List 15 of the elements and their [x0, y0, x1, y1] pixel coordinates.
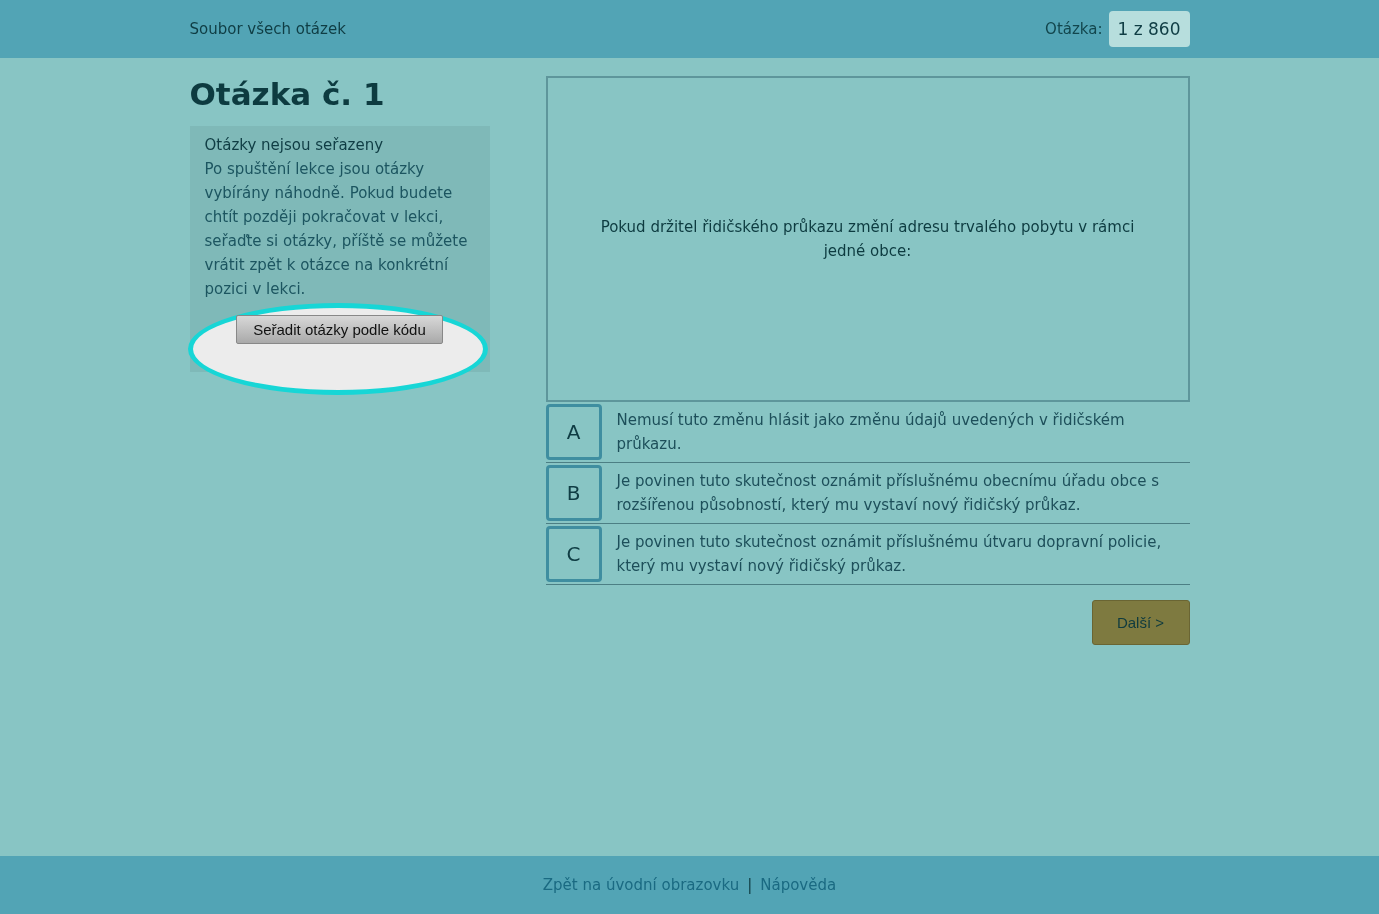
info-title: Otázky nejsou seřazeny: [204, 135, 385, 156]
counter-label: Otázka:: [1045, 20, 1103, 38]
question-heading: Otázka č. 1: [189, 76, 386, 112]
info-text: Po spuštění lekce jsou otázky vybírány náhodně. Pokud budete chtít později pokračovat v lekci, seřaďte si otázky, příště se můžete vrátit zpět k otázce na konkrétní pozici v lekci.: [204, 159, 469, 300]
answer-text: Nemusí tuto změnu hlásit jako změnu údajů uvedených v řidičském průkazu.: [616, 410, 1126, 455]
answer-text: Je povinen tuto skutečnost oznámit příslušnému obecnímu úřadu obce s rozšířenou působností, který mu vystaví nový řidičský průkaz.: [616, 471, 1161, 516]
sort-button[interactable]: Seřadit otázky podle kódu: [236, 314, 443, 344]
answer-option-button[interactable]: B: [545, 465, 602, 521]
answer-option-button[interactable]: C: [545, 526, 602, 582]
question-counter: 1 z 860: [1108, 11, 1190, 47]
app-title: Soubor všech otázek: [189, 20, 346, 38]
link-separator: |: [747, 876, 753, 894]
answer-text: Je povinen tuto skutečnost oznámit příslušnému útvaru dopravní policie, který mu vystaví nový řidičský průkaz.: [616, 532, 1163, 577]
answer-option-button[interactable]: A: [545, 404, 602, 460]
question-text: Pokud držitel řidičského průkazu změní adresu trvalého pobytu v rámci jedné obce:: [599, 217, 1136, 262]
